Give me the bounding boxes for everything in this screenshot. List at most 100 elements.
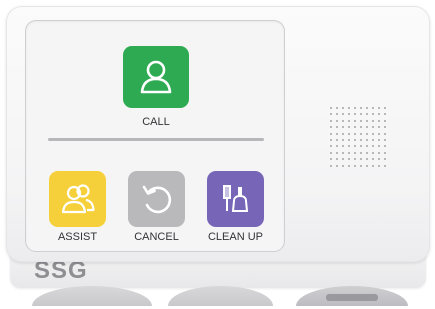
speaker-grille <box>330 107 390 171</box>
speaker-hole <box>378 164 380 167</box>
speaker-hole <box>372 132 374 135</box>
speaker-hole <box>372 138 374 141</box>
speaker-hole <box>378 138 380 141</box>
speaker-hole <box>348 138 350 141</box>
speaker-hole <box>330 107 332 109</box>
foot-middle <box>168 286 273 306</box>
speaker-hole <box>360 113 362 116</box>
speaker-hole <box>342 119 344 122</box>
clean-up-label: CLEAN UP <box>207 231 264 243</box>
speaker-hole <box>360 132 362 135</box>
speaker-hole <box>360 107 362 109</box>
speaker-hole <box>336 126 338 129</box>
speaker-hole <box>336 145 338 148</box>
assist-label: ASSIST <box>57 231 98 243</box>
speaker-hole <box>336 158 338 161</box>
speaker-hole <box>372 107 374 109</box>
foot-left <box>32 286 152 306</box>
speaker-hole <box>354 132 356 135</box>
speaker-hole <box>360 145 362 148</box>
speaker-hole <box>354 126 356 129</box>
call-button[interactable] <box>123 46 189 108</box>
speaker-hole <box>384 132 386 135</box>
speaker-hole <box>366 107 368 109</box>
speaker-hole <box>330 119 332 122</box>
speaker-hole <box>366 126 368 129</box>
undo-icon <box>142 185 171 214</box>
assist-button[interactable] <box>49 171 106 227</box>
speaker-hole <box>384 164 386 167</box>
speaker-hole <box>348 164 350 167</box>
speaker-hole <box>330 164 332 167</box>
speaker-hole <box>360 119 362 122</box>
speaker-hole <box>348 151 350 154</box>
speaker-hole <box>336 119 338 122</box>
speaker-hole <box>348 107 350 109</box>
speaker-hole <box>342 107 344 109</box>
speaker-hole <box>360 151 362 154</box>
speaker-hole <box>342 145 344 148</box>
speaker-hole <box>336 151 338 154</box>
speaker-hole <box>384 126 386 129</box>
speaker-hole <box>372 151 374 154</box>
speaker-hole <box>384 145 386 148</box>
speaker-hole <box>384 158 386 161</box>
speaker-hole <box>330 138 332 141</box>
speaker-hole <box>384 113 386 116</box>
speaker-hole <box>378 151 380 154</box>
charging-port <box>326 294 378 301</box>
speaker-hole <box>360 138 362 141</box>
speaker-hole <box>336 107 338 109</box>
speaker-hole <box>348 119 350 122</box>
speaker-hole <box>372 158 374 161</box>
speaker-hole <box>354 158 356 161</box>
clean-up-button[interactable] <box>207 171 264 227</box>
device-feet <box>18 286 422 309</box>
speaker-hole <box>348 132 350 135</box>
speaker-hole <box>342 151 344 154</box>
speaker-hole <box>354 113 356 116</box>
speaker-hole <box>372 164 374 167</box>
speaker-hole <box>378 107 380 109</box>
speaker-hole <box>336 132 338 135</box>
speaker-hole <box>372 119 374 122</box>
speaker-hole <box>372 126 374 129</box>
speaker-hole <box>366 145 368 148</box>
call-label: CALL <box>142 116 170 128</box>
speaker-hole <box>366 113 368 116</box>
speaker-hole <box>354 164 356 167</box>
cancel-button[interactable] <box>128 171 185 227</box>
speaker-hole <box>336 113 338 116</box>
speaker-hole <box>348 126 350 129</box>
speaker-hole <box>378 126 380 129</box>
speaker-hole <box>330 126 332 129</box>
speaker-hole <box>336 164 338 167</box>
speaker-hole <box>354 107 356 109</box>
speaker-hole <box>360 126 362 129</box>
speaker-hole <box>330 113 332 116</box>
speaker-hole <box>366 132 368 135</box>
people-icon <box>61 184 95 214</box>
speaker-hole <box>330 158 332 161</box>
divider <box>48 138 264 141</box>
speaker-hole <box>366 151 368 154</box>
speaker-hole <box>342 113 344 116</box>
speaker-hole <box>336 138 338 141</box>
speaker-hole <box>342 132 344 135</box>
speaker-hole <box>384 151 386 154</box>
speaker-hole <box>378 158 380 161</box>
speaker-hole <box>330 132 332 135</box>
speaker-hole <box>342 138 344 141</box>
speaker-hole <box>384 119 386 122</box>
cancel-label: CANCEL <box>134 231 179 243</box>
speaker-hole <box>384 107 386 109</box>
speaker-hole <box>342 158 344 161</box>
speaker-hole <box>342 164 344 167</box>
broom-dustpan-icon <box>222 185 248 212</box>
speaker-hole <box>348 113 350 116</box>
speaker-hole <box>366 164 368 167</box>
speaker-hole <box>372 145 374 148</box>
speaker-hole <box>348 145 350 148</box>
speaker-hole <box>366 138 368 141</box>
speaker-hole <box>372 113 374 116</box>
